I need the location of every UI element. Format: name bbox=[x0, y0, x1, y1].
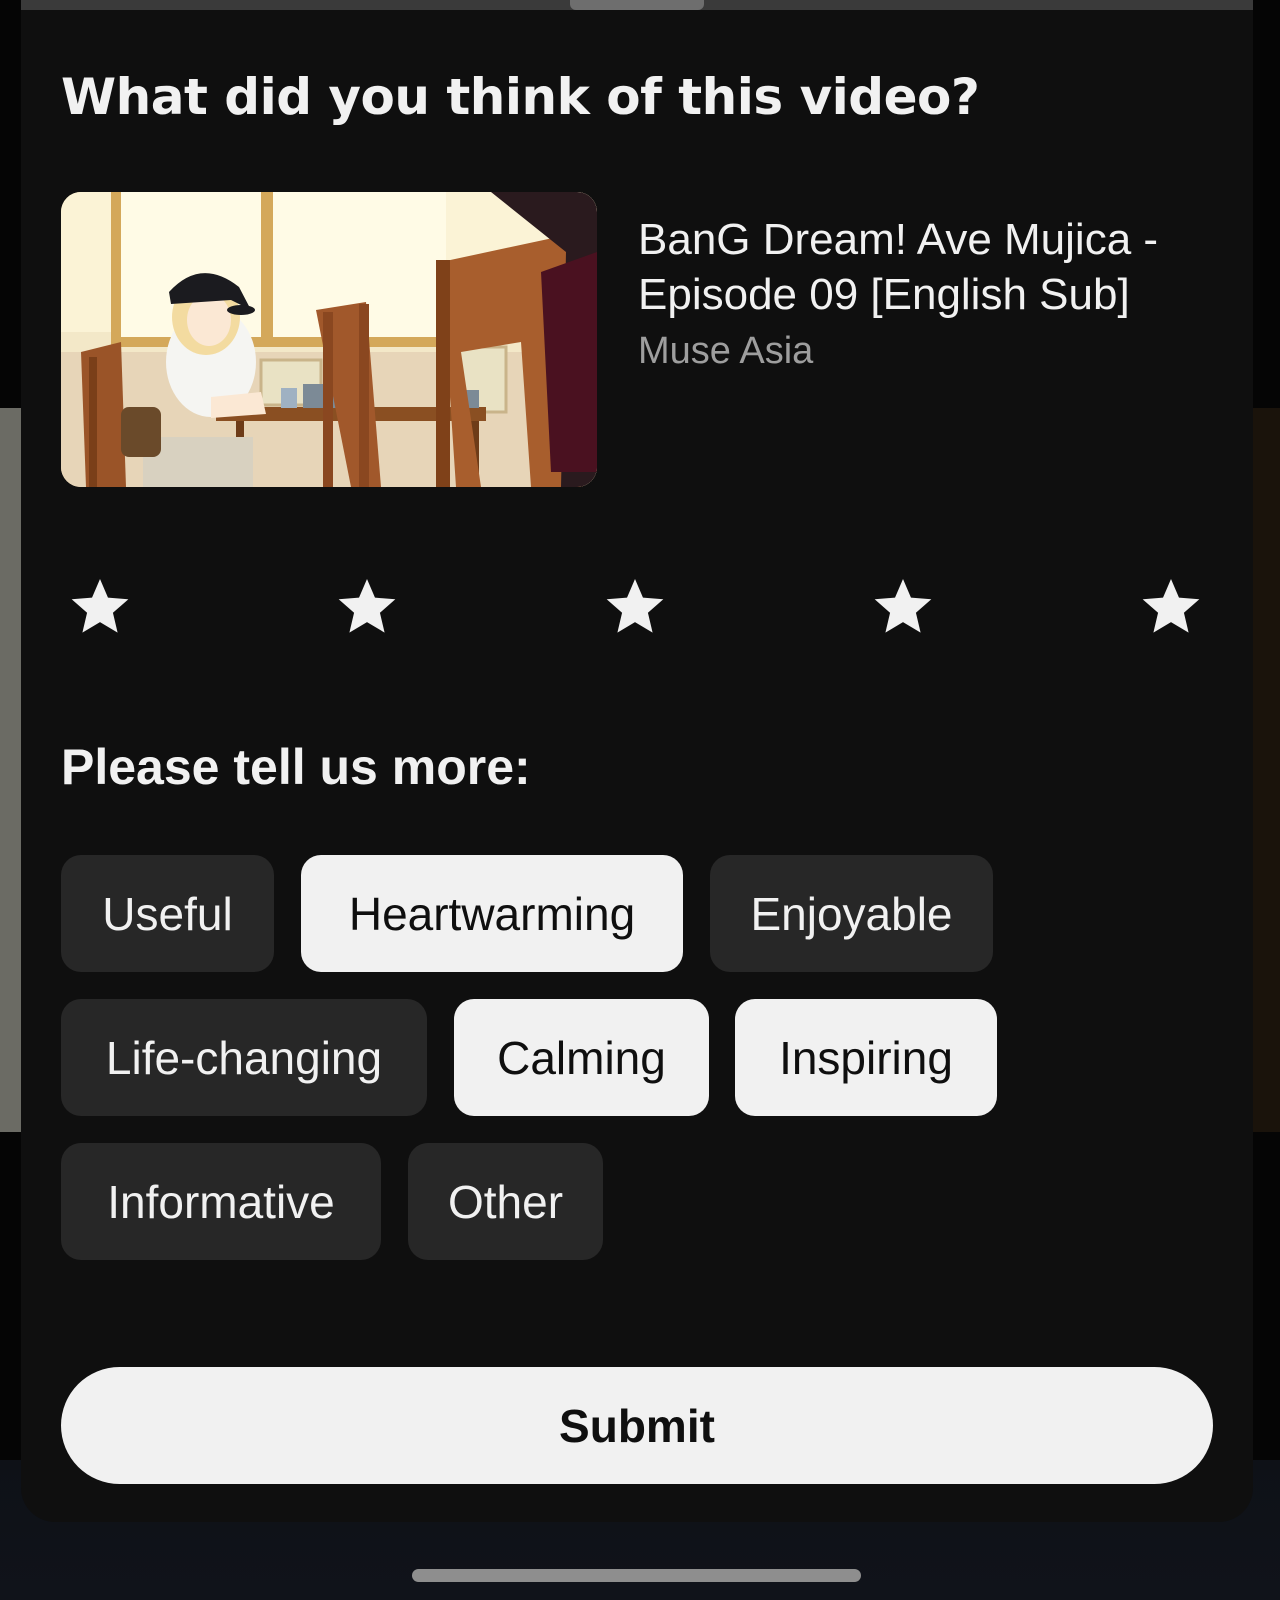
home-indicator[interactable] bbox=[412, 1569, 861, 1582]
star-rating bbox=[61, 572, 1241, 642]
feedback-bottom-sheet: What did you think of this video? BanG D… bbox=[21, 0, 1253, 1522]
star-2-icon bbox=[338, 578, 396, 633]
star-3-icon bbox=[606, 578, 664, 633]
background-video-edge-right bbox=[1253, 408, 1280, 1132]
chip-other[interactable]: Other bbox=[408, 1143, 603, 1260]
video-thumbnail bbox=[61, 192, 597, 487]
star-icon[interactable] bbox=[1132, 572, 1210, 642]
star-icon[interactable] bbox=[864, 572, 942, 642]
chip-life-changing[interactable]: Life-changing bbox=[61, 999, 427, 1116]
feedback-prompt: Please tell us more: bbox=[61, 739, 531, 795]
star-icon[interactable] bbox=[596, 572, 674, 642]
star-5-icon bbox=[1142, 578, 1200, 633]
star-icon[interactable] bbox=[61, 572, 139, 642]
chip-enjoyable[interactable]: Enjoyable bbox=[710, 855, 993, 972]
chip-inspiring[interactable]: Inspiring bbox=[735, 999, 997, 1116]
star-1-icon bbox=[71, 578, 129, 633]
sheet-drag-handle[interactable] bbox=[570, 0, 704, 10]
chip-useful[interactable]: Useful bbox=[61, 855, 274, 972]
video-title[interactable]: BanG Dream! Ave Mujica - Episode 09 [Eng… bbox=[638, 212, 1218, 322]
background-video-edge bbox=[0, 408, 22, 1132]
channel-name[interactable]: Muse Asia bbox=[638, 330, 813, 373]
star-icon[interactable] bbox=[328, 572, 406, 642]
star-4-icon bbox=[874, 578, 932, 633]
anime-scene-thumbnail bbox=[61, 192, 597, 487]
chip-heartwarming[interactable]: Heartwarming bbox=[301, 855, 683, 972]
chip-informative[interactable]: Informative bbox=[61, 1143, 381, 1260]
dialog-title: What did you think of this video? bbox=[61, 68, 980, 126]
chip-calming[interactable]: Calming bbox=[454, 999, 709, 1116]
submit-button[interactable]: Submit bbox=[61, 1367, 1213, 1484]
